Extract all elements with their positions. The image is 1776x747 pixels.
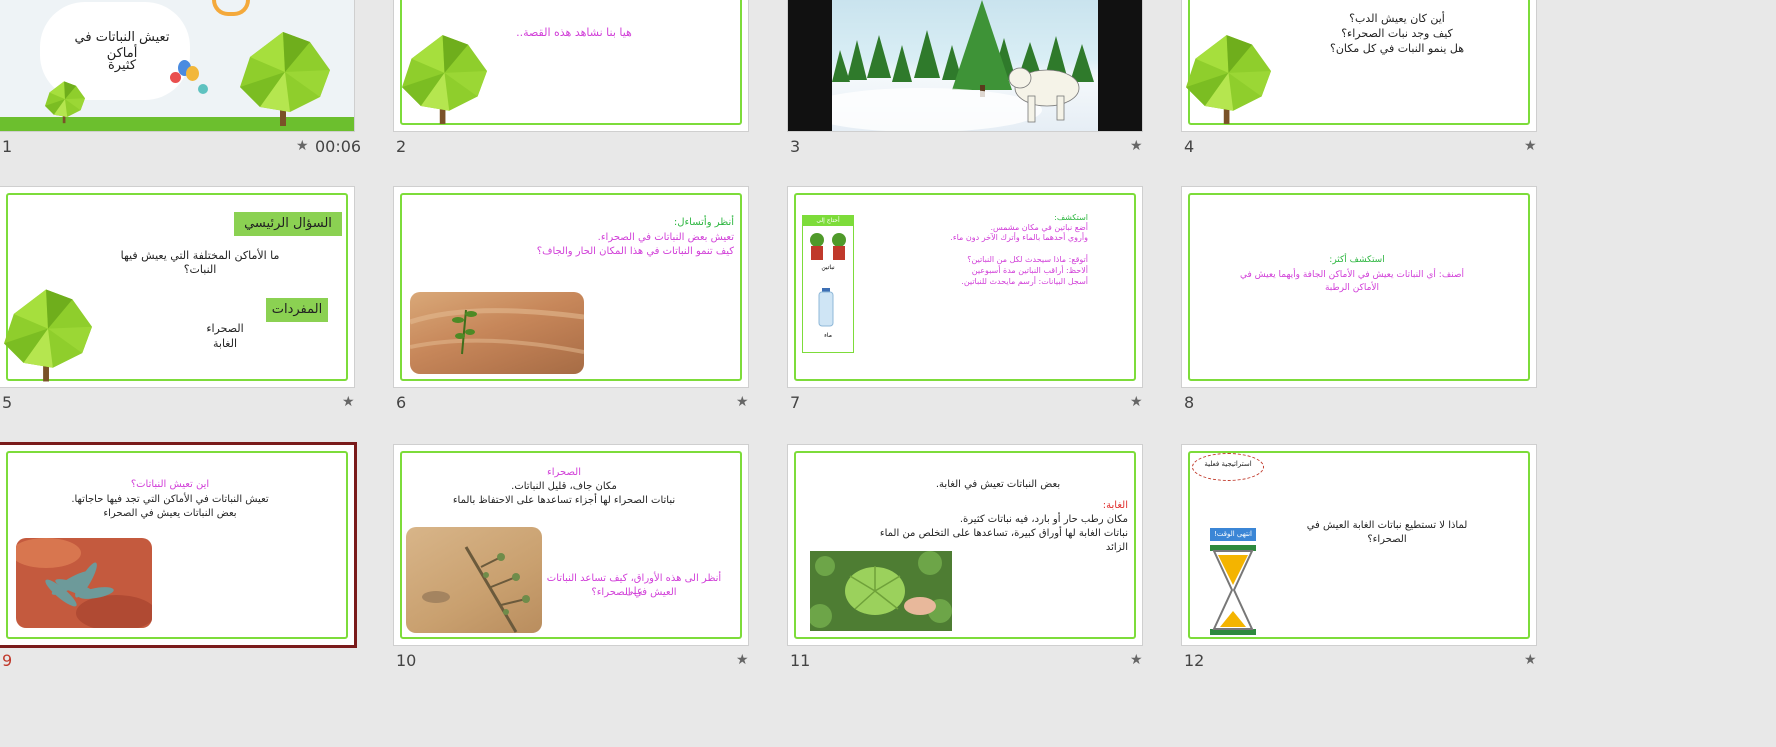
slide-6-line3: كيف تنمو النباتات في هذا المكان الحار وا…: [536, 246, 734, 257]
slide-number-3: 3: [790, 137, 801, 156]
slide-thumbnail-1[interactable]: تعيش النباتات في أماكن كثيرة: [0, 0, 354, 131]
slide-10-line3: نباتات الصحراء لها أجزاء تساعدها على الا…: [452, 495, 676, 506]
tree-icon: [402, 35, 487, 124]
slide-number-10: 10: [396, 651, 417, 670]
main-question-label: السؤال الرئيسي: [234, 212, 342, 236]
slide-11-subheading: الغابة:: [1102, 500, 1128, 511]
slide-thumbnail-5[interactable]: السؤال الرئيسي ما الأماكن المختلفة التي …: [0, 187, 354, 387]
animation-star-icon: ★: [296, 138, 309, 154]
desert-shrub-photo: [406, 527, 542, 633]
slide-number-2: 2: [396, 137, 407, 156]
slide-7-line3: وأروي أحدهما بالماء وأترك الآخر دون ماء.: [950, 233, 1088, 242]
slide-thumbnail-2[interactable]: هيا بنا نشاهد هذه القصة..: [394, 0, 748, 131]
slide-number-8: 8: [1184, 393, 1195, 412]
animation-star-icon: ★: [736, 652, 749, 668]
water-bottle-icon: [818, 288, 834, 327]
animation-star-icon: ★: [342, 394, 355, 410]
slide-11-heading: بعض النباتات تعيش في الغابة.: [935, 479, 1061, 490]
slide-10-caption-line2: العيش في الصحراء؟: [591, 587, 677, 598]
tree-icon: [4, 289, 92, 382]
time-up-label: انتهى الوقت!: [1210, 528, 1256, 541]
slide-7-line5: ألاحظ: أراقب النباتين مدة أسبوعين: [971, 266, 1088, 275]
water-label: ماء: [824, 332, 832, 339]
slide-9-line3: بعض النباتات يعيش في الصحراء: [103, 508, 237, 519]
small-tree-icon: [45, 81, 85, 124]
slide-thumbnail-6[interactable]: أنظر وأتساءل: تعيش بعض النباتات في الصحر…: [394, 187, 748, 387]
slide-7-line6: أسجل البيانات: أرسم مايحدث للنباتين.: [961, 277, 1088, 286]
rainbow-icon: [212, 0, 250, 16]
strategy-badge-text: استراتيجية فعلية: [1204, 460, 1252, 468]
slide-7-line2: أضع نباتين في مكان مشمس.: [990, 223, 1088, 232]
desert-sprout-photo: [410, 292, 584, 374]
materials-title: أحتاج إلى: [803, 216, 853, 226]
forest-leaf-photo: [810, 551, 952, 631]
vocab-forest: الغابة: [212, 337, 238, 350]
animation-star-icon: ★: [736, 394, 749, 410]
slide-12-question-line2: الصحراء؟: [1367, 534, 1407, 545]
animation-star-icon: ★: [1130, 138, 1143, 154]
animation-star-icon: ★: [1130, 652, 1143, 668]
materials-panel: أحتاج إلى نباتين ماء: [802, 215, 854, 353]
slide-thumbnail-10[interactable]: الصحراء مكان جاف، قليل النباتات. نباتات …: [394, 445, 748, 645]
slide-10-line2: مكان جاف، قليل النباتات.: [511, 481, 617, 492]
slide-thumbnail-12[interactable]: استراتيجية فعلية انتهى الوقت! لماذا لا ت…: [1182, 445, 1536, 645]
slide-2-text: هيا بنا نشاهد هذه القصة..: [516, 26, 632, 39]
slide-4-line2: كيف وجد نبات الصحراء؟: [1341, 27, 1453, 40]
animation-star-icon: ★: [1130, 394, 1143, 410]
slide-thumbnail-9-selected[interactable]: اين تعيش النباتات؟ تعيش النباتات في الأم…: [0, 445, 354, 645]
balloon-red: [170, 72, 181, 83]
vocabulary-label: المفردات: [266, 298, 328, 322]
vocab-desert: الصحراء: [206, 322, 244, 335]
tree-icon: [240, 32, 330, 126]
animation-star-icon: ★: [1524, 652, 1537, 668]
slide-4-line1: أين كان يعيش الدب؟: [1349, 12, 1445, 25]
animation-star-icon: ★: [1524, 138, 1537, 154]
slide-8-line2: أصنف: أي النباتات يعيش في الأماكن الجافة…: [1239, 270, 1464, 280]
slide-8-heading: استكشف أكثر:: [1329, 255, 1385, 265]
slide-9-heading: اين تعيش النباتات؟: [130, 479, 210, 490]
slide-number-4: 4: [1184, 137, 1195, 156]
slide-number-12: 12: [1184, 651, 1205, 670]
slide-thumbnail-7[interactable]: أحتاج إلى نباتين ماء استكشف: أضع نباتين …: [788, 187, 1142, 387]
slide-12-question-line1: لماذا لا تستطيع نباتات الغابة العيش في: [1306, 520, 1468, 531]
balloon-teal: [198, 84, 208, 94]
slide-thumbnail-8[interactable]: استكشف أكثر: أصنف: أي النباتات يعيش في ا…: [1182, 187, 1536, 387]
slide-number-6: 6: [396, 393, 407, 412]
desert-plant-photo: [16, 538, 152, 628]
slide-thumbnail-4[interactable]: أين كان يعيش الدب؟ كيف وجد نبات الصحراء؟…: [1182, 0, 1536, 131]
slide-timing: 00:06: [315, 137, 362, 156]
forest-video-frame: [832, 0, 1098, 131]
slide-11-line3: مكان رطب حار أو بارد، فيه نباتات كثيرة.: [959, 514, 1128, 525]
plants-label: نباتين: [821, 264, 835, 271]
slide-number-5: 5: [2, 393, 13, 412]
slide-6-line2: تعيش بعض النباتات في الصحراء.: [597, 232, 734, 243]
slide-5-question-line2: النبات؟: [183, 263, 217, 276]
balloon-yellow: [186, 66, 199, 81]
slide-5-question-line1: ما الأماكن المختلفة التي يعيش فيها: [120, 249, 280, 262]
slide-number-1: 1: [2, 137, 13, 156]
slide-number-9: 9: [2, 651, 13, 670]
slide-9-line2: تعيش النباتات في الأماكن التي تجد فيها ح…: [71, 494, 269, 505]
slide-4-line3: هل ينمو النبات في كل مكان؟: [1329, 42, 1465, 55]
hourglass-icon: [1210, 545, 1256, 635]
slide-6-heading: أنظر وأتساءل:: [673, 217, 734, 228]
slide-11-line4: نباتات الغابة لها أوراق كبيرة، تساعدها ع…: [879, 528, 1128, 539]
slide-number-7: 7: [790, 393, 801, 412]
slide-7-heading: استكشف:: [1054, 213, 1088, 222]
slide-thumbnail-11[interactable]: بعض النباتات تعيش في الغابة. الغابة: مكا…: [788, 445, 1142, 645]
slide-number-11: 11: [790, 651, 811, 670]
slide-10-heading: الصحراء: [547, 467, 581, 478]
slide-7-line4: أتوقع: ماذا سيحدث لكل من النباتين؟: [967, 255, 1088, 264]
tree-icon: [1186, 35, 1271, 124]
slide-8-line3: الأماكن الرطبة: [1324, 283, 1380, 293]
slide-thumbnail-3[interactable]: [788, 0, 1142, 131]
slide-1-title-line2: كثيرة: [107, 58, 137, 73]
